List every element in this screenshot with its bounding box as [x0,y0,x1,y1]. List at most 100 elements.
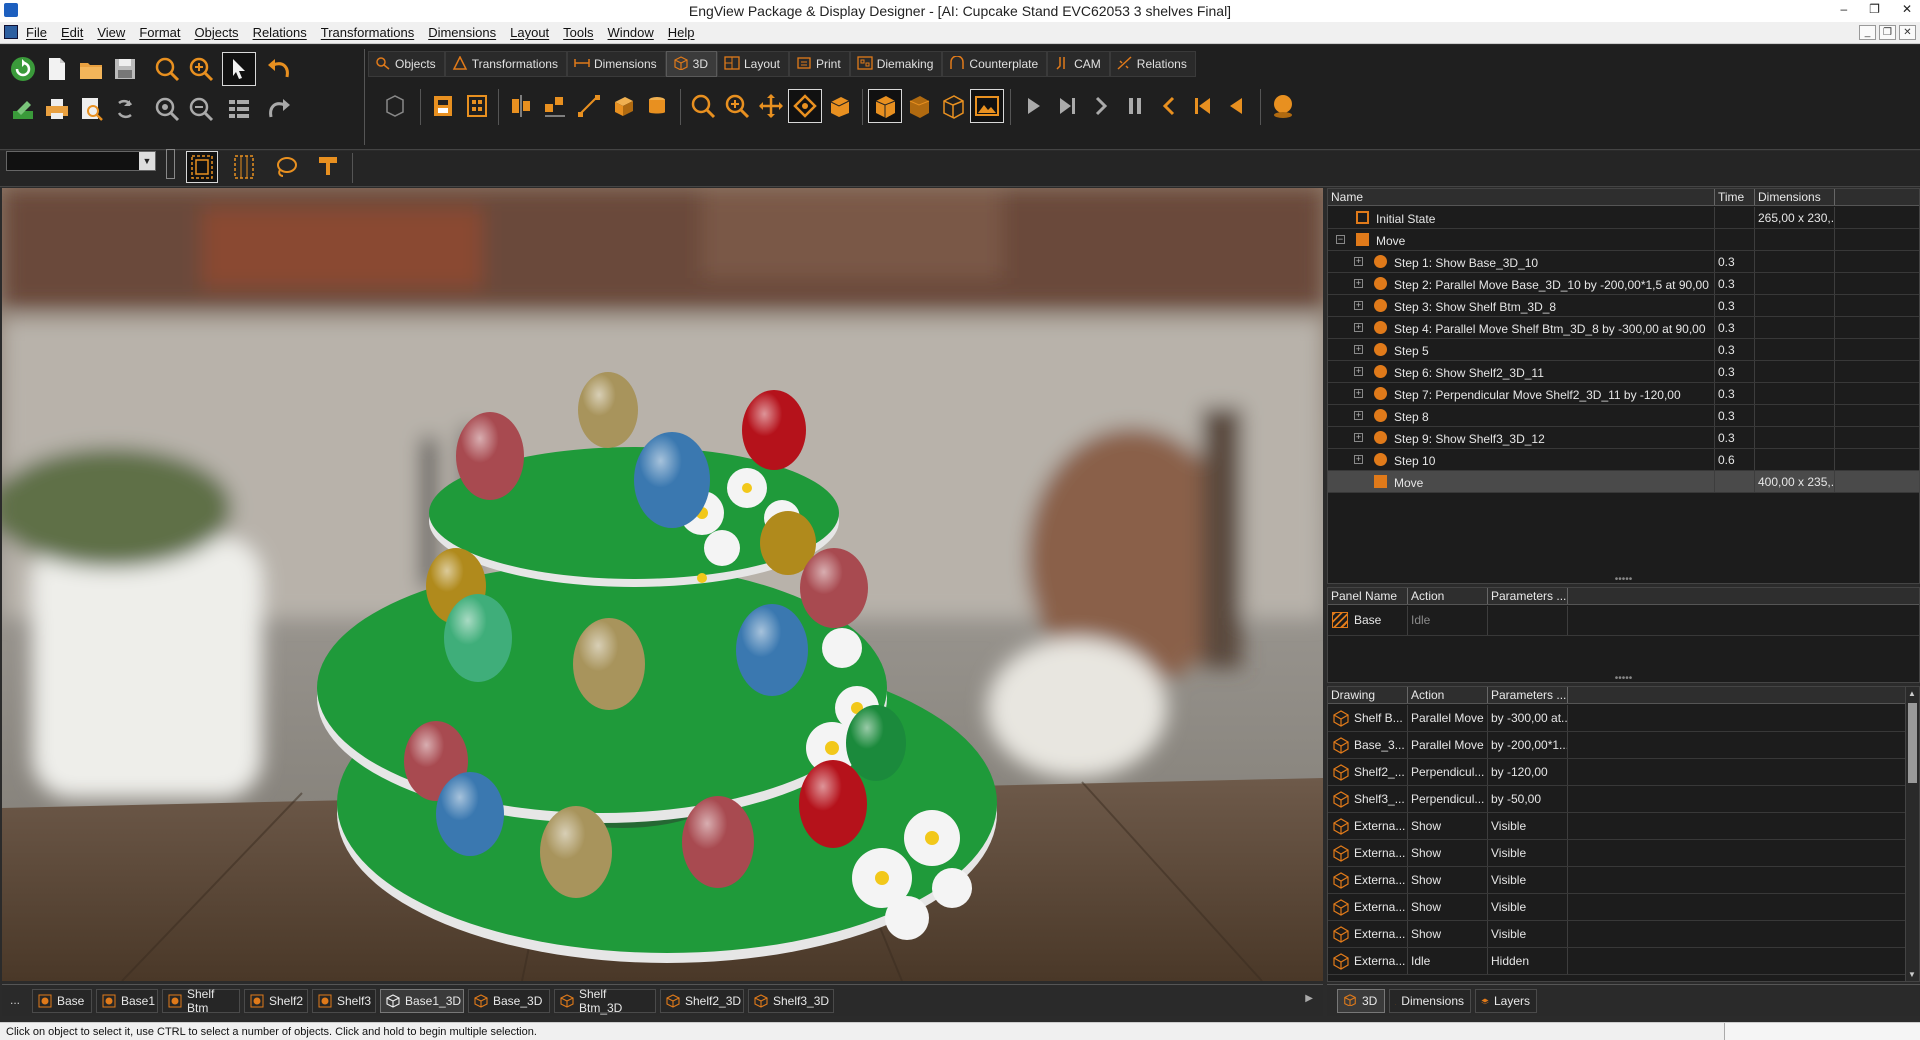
step-row[interactable]: + Step 9: Show Shelf3_3D_12 0.3 [1328,427,1919,449]
drawing-row[interactable]: Shelf B... Parallel Move by -300,00 at... [1328,705,1905,732]
refresh-green-icon[interactable] [6,52,40,86]
step-row[interactable]: + Step 8 0.3 [1328,405,1919,427]
play-to-end-icon[interactable] [1050,89,1084,123]
object-tab-shelf3[interactable]: Shelf3 [312,989,376,1013]
print-icon[interactable] [40,92,74,126]
rotate-icon[interactable] [108,92,142,126]
list-view-icon[interactable] [222,92,256,126]
expand-icon[interactable]: + [1354,455,1363,464]
fold-orange-icon[interactable] [426,89,460,123]
step-time-cell[interactable]: 0.3 [1715,361,1755,382]
step-forward-icon[interactable] [1084,89,1118,123]
menu-view[interactable]: View [97,25,125,40]
drawing-params-cell[interactable]: by -50,00 [1488,786,1568,812]
mdi-minimize-icon[interactable]: _ [1859,25,1876,40]
drawing-action-cell[interactable]: Show [1408,813,1488,839]
chevron-down-icon[interactable]: ▼ [139,152,155,170]
grid-panel-icon[interactable] [460,89,494,123]
drawing-params-cell[interactable]: Visible [1488,867,1568,893]
drawing-params-cell[interactable]: by -200,00*1... [1488,732,1568,758]
step-time-cell[interactable] [1715,471,1755,492]
tab-cam[interactable]: CAM [1047,51,1110,77]
menu-layout[interactable]: Layout [510,25,549,40]
move-3d-icon[interactable] [606,89,640,123]
menu-help[interactable]: Help [668,25,695,40]
drawing-params-cell[interactable]: by -300,00 at... [1488,705,1568,731]
close-icon[interactable]: ✕ [1902,2,1912,16]
step-row[interactable]: Move 400,00 x 235,... [1328,471,1919,493]
menu-edit[interactable]: Edit [61,25,83,40]
drawing-action-cell[interactable]: Parallel Move [1408,732,1488,758]
scrollbar-thumb[interactable] [1908,703,1917,783]
print-preview-icon[interactable] [74,92,108,126]
undo-icon[interactable] [262,52,296,86]
menu-relations[interactable]: Relations [253,25,307,40]
background-image-icon[interactable] [970,89,1004,123]
3d-viewport[interactable] [2,188,1323,981]
step-row[interactable]: Initial State 265,00 x 230,... [1328,207,1919,229]
step-time-cell[interactable]: 0.3 [1715,317,1755,338]
expand-icon[interactable]: + [1354,367,1363,376]
scene-render[interactable] [2,188,1323,981]
orbit-icon[interactable] [788,89,822,123]
expand-icon[interactable]: + [1354,389,1363,398]
object-tab-shelf2-3d[interactable]: Shelf2_3D [660,989,744,1013]
mdi-restore-icon[interactable]: ❐ [1879,25,1896,40]
object-tab-shelf3-3d[interactable]: Shelf3_3D [748,989,834,1013]
zoom-fit-icon[interactable] [150,92,184,126]
light-source-icon[interactable] [1266,89,1300,123]
expand-icon[interactable]: + [1354,323,1363,332]
open-folder-icon[interactable] [74,52,108,86]
lasso-icon[interactable] [270,151,302,183]
step-row[interactable]: + Step 5 0.3 [1328,339,1919,361]
step-row[interactable]: + Step 10 0.6 [1328,449,1919,471]
drawing-action-cell[interactable]: Show [1408,840,1488,866]
zoom-in-3d-icon[interactable] [720,89,754,123]
drawing-action-cell[interactable]: Show [1408,921,1488,947]
save-icon[interactable] [108,52,142,86]
right-tab-dimensions[interactable]: Dimensions [1389,989,1471,1013]
cylinder-icon[interactable] [640,89,674,123]
splitter-grip[interactable]: ••••• [1328,674,1919,684]
col-panel-name-header[interactable]: Panel Name [1328,588,1408,604]
drawing-row[interactable]: Externa... Show Visible [1328,840,1905,867]
tab-objects[interactable]: Objects [368,51,445,77]
play-reverse-icon[interactable] [1220,89,1254,123]
vertical-scrollbar[interactable]: ▲ ▼ [1905,687,1919,981]
right-tab-layers[interactable]: Layers [1475,989,1537,1013]
expand-icon[interactable]: + [1354,433,1363,442]
select-arrow-icon[interactable] [222,52,256,86]
mdi-close-icon[interactable]: ✕ [1899,25,1916,40]
object-tab-base-3d[interactable]: Base_3D [468,989,550,1013]
col-parameters-header[interactable]: Parameters ... [1488,687,1568,703]
tab-3d[interactable]: 3D [665,51,717,77]
paint-brush-icon[interactable] [312,151,344,183]
step-time-cell[interactable]: 0.3 [1715,339,1755,360]
object-tab-base1[interactable]: Base1 [96,989,158,1013]
pan-icon[interactable] [754,89,788,123]
drawing-params-cell[interactable]: Visible [1488,894,1568,920]
panel-row[interactable]: Base Idle [1328,606,1919,636]
drawing-params-cell[interactable]: Visible [1488,813,1568,839]
step-row[interactable]: + Step 4: Parallel Move Shelf Btm_3D_8 by… [1328,317,1919,339]
col-parameters-header[interactable]: Parameters ... [1488,588,1568,604]
scroll-up-icon[interactable]: ▲ [1908,689,1916,698]
pause-icon[interactable] [1118,89,1152,123]
object-tab-base[interactable]: Base [32,989,92,1013]
drawing-params-cell[interactable]: Visible [1488,840,1568,866]
splitter-grip[interactable]: ••••• [1328,575,1919,585]
step-row[interactable]: + Step 2: Parallel Move Base_3D_10 by -20… [1328,273,1919,295]
expand-icon[interactable]: + [1354,279,1363,288]
drawing-row[interactable]: Externa... Idle Hidden [1328,948,1905,975]
step-time-cell[interactable]: 0.3 [1715,251,1755,272]
distribute-icon[interactable] [538,89,572,123]
drawing-row[interactable]: Shelf3_... Perpendicul... by -50,00 [1328,786,1905,813]
scroll-down-icon[interactable]: ▼ [1908,970,1916,979]
drawing-action-cell[interactable]: Show [1408,894,1488,920]
col-time-header[interactable]: Time [1715,189,1755,205]
step-time-cell[interactable]: 0.3 [1715,405,1755,426]
step-back-icon[interactable] [1152,89,1186,123]
drawing-action-cell[interactable]: Perpendicul... [1408,759,1488,785]
scroll-right-icon[interactable]: ▶ [1305,993,1313,1004]
edit-pencil-icon[interactable] [6,92,40,126]
